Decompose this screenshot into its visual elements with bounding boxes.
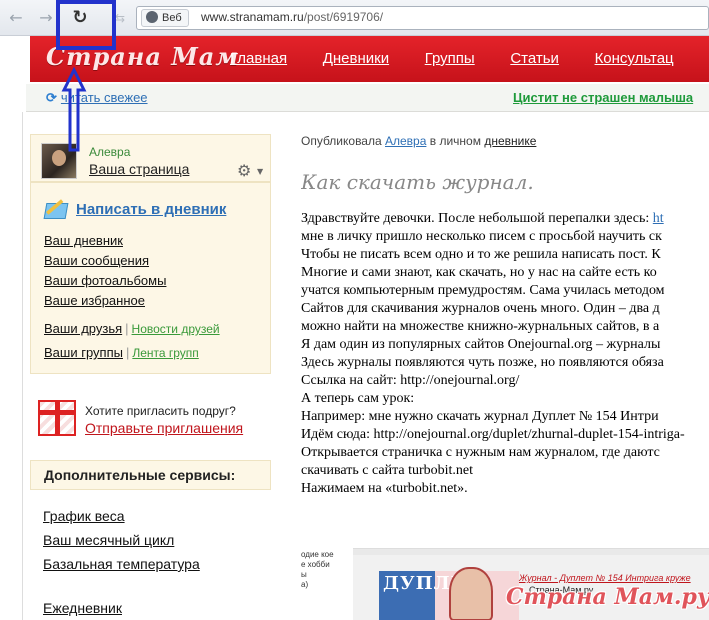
notepad-icon [43, 203, 69, 219]
site-info-chip[interactable]: Веб [141, 9, 189, 27]
browser-toolbar: ← → ↻ ⇆ Веб www.stranamam.ru/post/691970… [0, 0, 709, 36]
toolbar-extra-icon[interactable]: ⇆ [110, 8, 130, 28]
write-diary-link[interactable]: Написать в дневник [76, 201, 226, 218]
friends-row: Ваши друзья | Новости друзей [44, 321, 220, 336]
url-path: /post/6919706/ [303, 10, 384, 24]
groups-row: Ваши группы | Лента групп [44, 345, 199, 360]
embedded-strip [353, 549, 709, 555]
nav-item-articles[interactable]: Статьи [510, 50, 559, 67]
chevron-down-icon[interactable]: ▼ [257, 167, 263, 176]
author-link[interactable]: Алевра [385, 134, 426, 148]
post-line: А теперь сам урок: [301, 391, 415, 406]
post-body: Здравствуйте девочки. После небольшой пе… [301, 210, 709, 498]
refresh-icon: ⟳ [46, 90, 57, 105]
site-logo[interactable]: Страна Мам [46, 42, 239, 71]
post-title: Как скачать журнал. [301, 170, 534, 194]
services-panel: Дополнительные сервисы: График веса Ваш … [30, 460, 271, 620]
nav-item-home[interactable]: Главная [230, 50, 287, 67]
post-byline: Опубликовала Алевра в личном дневнике [301, 134, 536, 148]
inline-link[interactable]: ht [653, 211, 664, 226]
cover-model-image [449, 567, 493, 620]
service-cycle[interactable]: Ваш месячный цикл [43, 528, 200, 552]
post-line: Идём сюда: http://onejournal.org/duplet/… [301, 427, 685, 442]
diary-link[interactable]: дневнике [484, 134, 536, 148]
read-fresh-label: читать свежее [60, 90, 148, 105]
menu-item-messages[interactable]: Ваши сообщения [44, 251, 166, 271]
send-invites-link[interactable]: Отправьте приглашения [85, 420, 243, 436]
post-line: Сайтов для скачивания журналов очень мно… [301, 301, 660, 316]
services-list: График веса Ваш месячный цикл Базальная … [43, 504, 200, 576]
service-planner[interactable]: Ежедневник [43, 600, 122, 616]
post-line: Ссылка на сайт: http://onejournal.org/ [301, 373, 520, 388]
sidebar: Алевра Ваша страница ⚙ ▼ Написать в днев… [30, 126, 271, 620]
embedded-side-text: одие кое е хобби ы а) [301, 550, 334, 589]
user-panel: Алевра Ваша страница ⚙ ▼ [30, 134, 271, 182]
menu-item-diary[interactable]: Ваш дневник [44, 231, 166, 251]
invite-panel: Хотите пригласить подруг? Отправьте приг… [30, 386, 271, 450]
read-fresh-link[interactable]: ⟳ читать свежее [46, 90, 148, 106]
top-navigation: Главная Дневники Группы Статьи Консульта… [230, 50, 706, 67]
menu-item-albums[interactable]: Ваши фотоальбомы [44, 271, 166, 291]
post-line: можно найти на множестве книжно-журнальн… [301, 319, 660, 334]
post-line: Здесь журналы появляются чуть позже, но … [301, 355, 664, 370]
site-watermark: Страна Мам.ру [506, 584, 709, 610]
post-line: Открывается страничка с нужным нам журна… [301, 445, 660, 460]
post-content: Опубликовала Алевра в личном дневнике Ка… [301, 126, 709, 620]
forward-arrow-icon[interactable]: → [36, 8, 56, 28]
byline-prefix: Опубликовала [301, 134, 382, 148]
user-menu-panel: Написать в дневник Ваш дневник Ваши сооб… [30, 182, 271, 374]
post-line: Здравствуйте девочки. После небольшой пе… [301, 211, 664, 226]
post-line: Я дам один из популярных сайтов Onejourn… [301, 337, 661, 352]
info-bar: ⟳ читать свежее Цистит не страшен малыша [26, 84, 709, 112]
post-line: учатся компьютерным премудростям. Сама у… [301, 283, 665, 298]
address-bar[interactable]: Веб www.stranamam.ru/post/6919706/ [136, 6, 709, 30]
globe-icon [146, 11, 158, 23]
nav-item-groups[interactable]: Группы [425, 50, 475, 67]
friends-link[interactable]: Ваши друзья [44, 321, 122, 336]
avatar[interactable] [41, 143, 77, 179]
promo-link[interactable]: Цистит не страшен малыша [513, 90, 693, 105]
friends-news-link[interactable]: Новости друзей [132, 322, 220, 336]
service-basal-temp[interactable]: Базальная температура [43, 552, 200, 576]
url-text[interactable]: www.stranamam.ru/post/6919706/ [201, 10, 383, 24]
gear-icon[interactable]: ⚙ [237, 161, 251, 180]
byline-mid: в личном [429, 134, 481, 148]
back-arrow-icon[interactable]: ← [6, 8, 26, 28]
embedded-headline: Журнал - Дуплет № 154 Интрига круже [519, 573, 691, 583]
post-line: Например: мне нужно скачать журнал Дупле… [301, 409, 659, 424]
separator: | [125, 321, 129, 336]
menu-item-favorites[interactable]: Ваше избранное [44, 291, 166, 311]
site-chip-label: Веб [162, 12, 182, 24]
post-line: Чтобы не писать всем одно и то же решила… [301, 247, 661, 262]
url-host: www.stranamam.ru [201, 10, 304, 24]
service-weight-chart[interactable]: График веса [43, 504, 200, 528]
user-name[interactable]: Алевра [89, 145, 130, 159]
site-header: Страна Мам Главная Дневники Группы Стать… [30, 36, 709, 82]
services-title: Дополнительные сервисы: [30, 460, 271, 490]
post-line: Многие и сами знают, как скачать, но у н… [301, 265, 657, 280]
gift-icon [38, 400, 76, 436]
nav-item-consultations[interactable]: Консультац [595, 50, 674, 67]
nav-item-diaries[interactable]: Дневники [323, 50, 389, 67]
groups-link[interactable]: Ваши группы [44, 345, 123, 360]
invite-question: Хотите пригласить подруг? [85, 404, 236, 418]
page-divider [22, 112, 23, 620]
my-page-link[interactable]: Ваша страница [89, 161, 189, 177]
post-line: мне в личку пришло несколько писем с про… [301, 229, 662, 244]
separator: | [125, 345, 130, 360]
post-line: Нажимаем на «turbobit.net». [301, 481, 468, 496]
post-line: скачивать с сайта turbobit.net [301, 463, 474, 478]
user-menu-list: Ваш дневник Ваши сообщения Ваши фотоальб… [44, 231, 166, 311]
groups-feed-link[interactable]: Лента групп [132, 346, 198, 360]
reload-icon[interactable]: ↻ [70, 8, 90, 28]
